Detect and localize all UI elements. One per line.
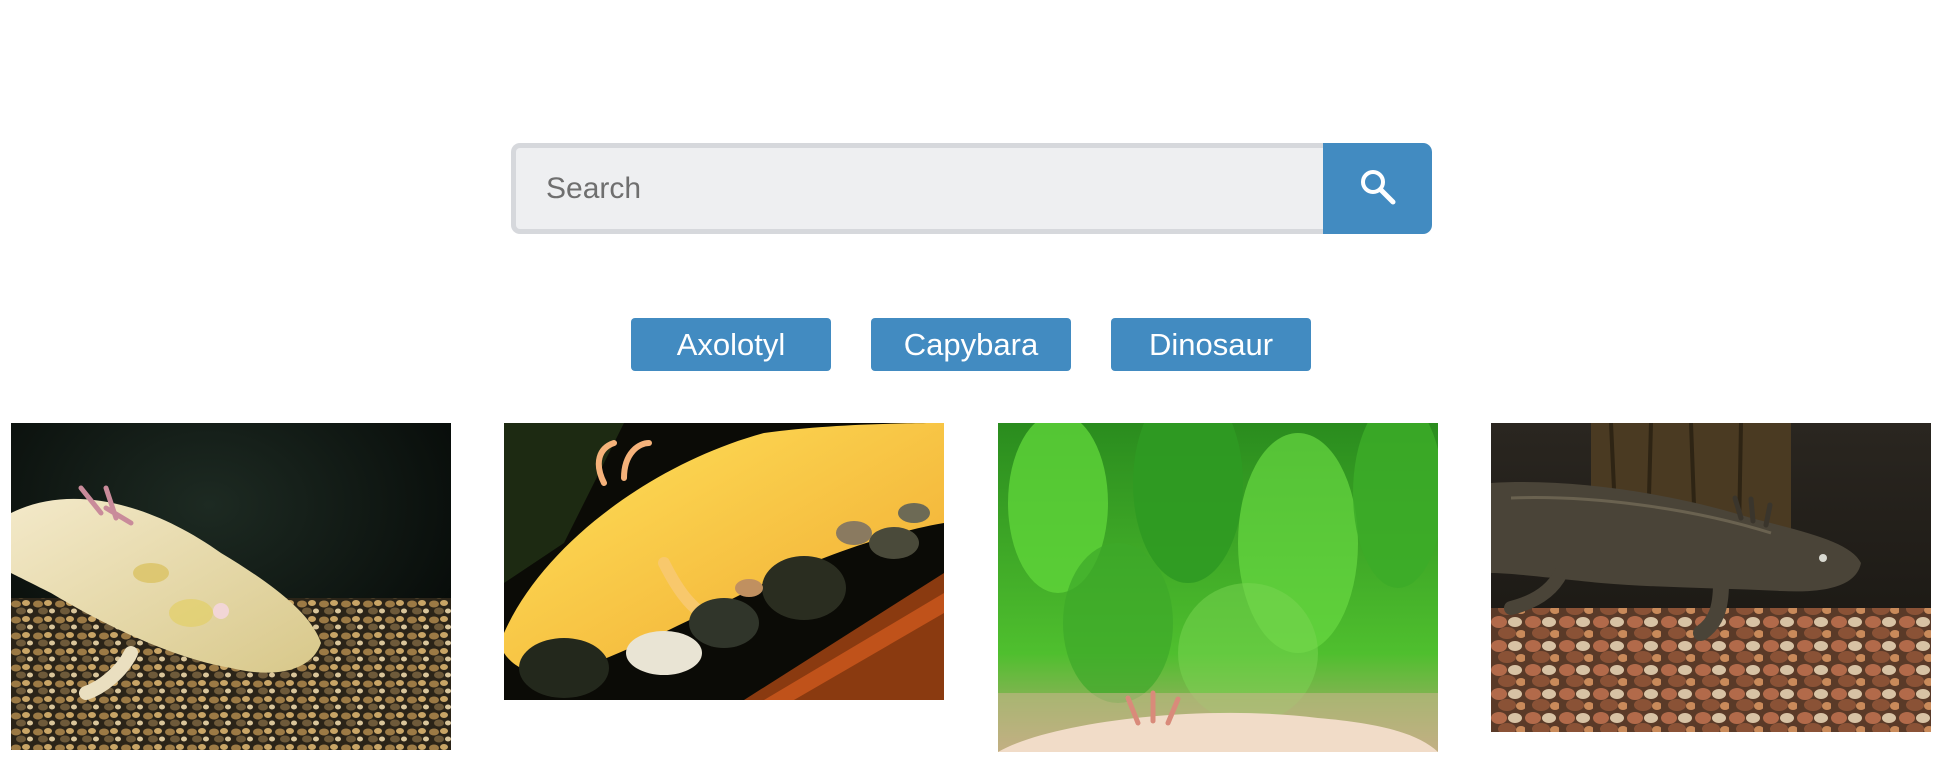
search-icon [1358,167,1398,210]
gallery-image-2[interactable] [504,423,944,700]
page: Axolotyl Capybara Dinosaur [0,0,1942,777]
category-button-axolotyl[interactable]: Axolotyl [631,318,831,371]
search-input[interactable] [511,143,1323,234]
category-button-dinosaur[interactable]: Dinosaur [1111,318,1311,371]
category-buttons: Axolotyl Capybara Dinosaur [0,318,1942,371]
gallery-image-3[interactable] [998,423,1438,752]
category-button-capybara[interactable]: Capybara [871,318,1071,371]
search-button[interactable] [1323,143,1432,234]
gallery-image-4[interactable] [1491,423,1931,732]
gallery-image-1[interactable] [11,423,451,750]
search-bar [511,143,1432,234]
